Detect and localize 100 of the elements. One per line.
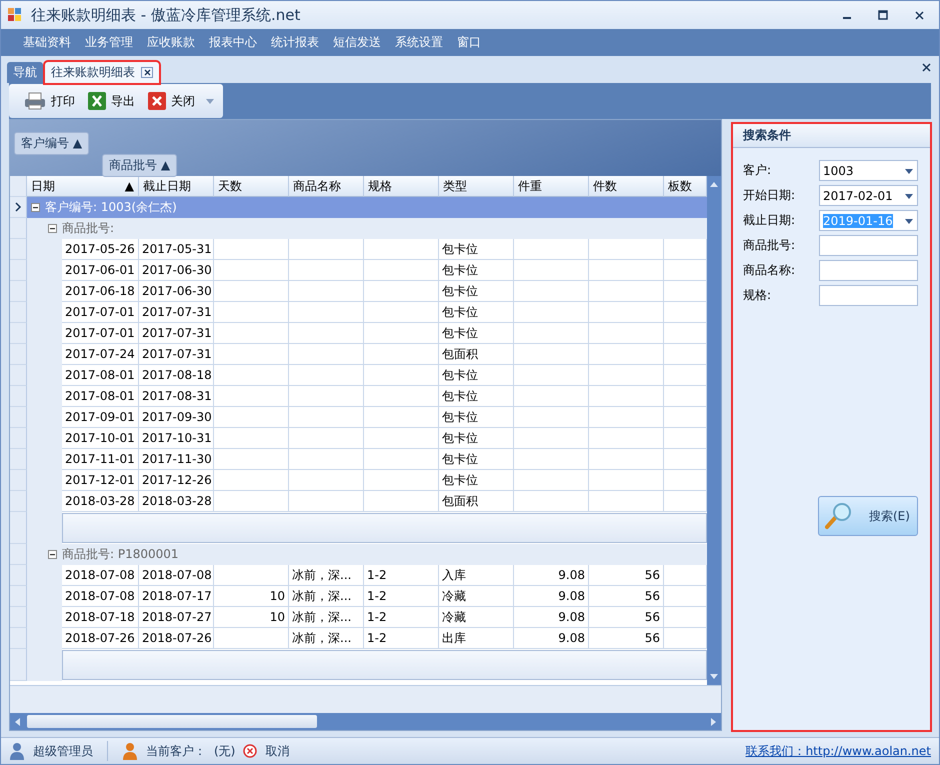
group-row[interactable]: 商品批号: xyxy=(44,218,707,239)
table-cell: 2017-05-31 xyxy=(139,239,214,260)
table-cell: 2017-06-01 xyxy=(62,260,139,281)
toolbar-button[interactable]: 关闭 xyxy=(145,89,197,113)
table-cell: 2018-03-28 xyxy=(62,491,139,512)
user-name: 超级管理员 xyxy=(33,742,93,760)
scroll-right-icon[interactable] xyxy=(708,716,718,726)
collapse-icon[interactable] xyxy=(48,224,57,233)
table-cell: 2018-07-18 xyxy=(62,607,139,628)
column-header[interactable]: 规格 xyxy=(364,176,439,197)
close-icon[interactable] xyxy=(922,63,931,72)
table-cell: 2017-08-01 xyxy=(62,386,139,407)
table-cell: 56 xyxy=(589,628,664,649)
printer-icon xyxy=(23,92,47,110)
table-cell: 包卡位 xyxy=(439,323,514,344)
menu-item[interactable]: 窗口 xyxy=(457,34,481,51)
table-cell: 冰前，深... xyxy=(289,586,364,607)
scroll-up-icon[interactable] xyxy=(709,180,719,190)
group-chip[interactable]: 客户编号 ▲ xyxy=(14,132,90,155)
close-icon[interactable] xyxy=(141,67,153,78)
dropdown-field[interactable]: 1003 xyxy=(819,160,918,181)
close-icon[interactable] xyxy=(914,10,924,20)
spreadsheet-icon xyxy=(87,91,107,111)
window-title: 往来账款明细表 - 傲蓝冷库管理系统.net xyxy=(31,6,302,24)
close-icon xyxy=(147,91,167,111)
table-cell: 10 xyxy=(214,586,289,607)
column-header[interactable]: 板数 xyxy=(664,176,707,197)
table-cell: 包卡位 xyxy=(439,302,514,323)
table-cell: 2017-07-24 xyxy=(62,344,139,365)
cancel-icon[interactable] xyxy=(243,744,258,758)
table-cell: 包卡位 xyxy=(439,260,514,281)
column-header[interactable]: 截止日期 xyxy=(139,176,214,197)
menu-item[interactable]: 业务管理 xyxy=(85,34,133,51)
search-button[interactable]: 搜索(E) xyxy=(818,496,918,536)
table-cell: 9.08 xyxy=(514,628,589,649)
app-logo-icon xyxy=(7,7,23,23)
column-header[interactable]: 日期 ▲ xyxy=(27,176,139,197)
table-cell: 2017-10-01 xyxy=(62,428,139,449)
table-cell: 2017-07-31 xyxy=(139,323,214,344)
table-cell: 包面积 xyxy=(439,491,514,512)
table-cell: 2017-11-30 xyxy=(139,449,214,470)
column-header[interactable]: 件重 xyxy=(514,176,589,197)
table-cell: 2017-09-01 xyxy=(62,407,139,428)
group-row[interactable]: 商品批号: P1800001 xyxy=(44,544,707,565)
vertical-scrollbar[interactable] xyxy=(707,176,721,685)
contact-link[interactable]: 联系我们：http://www.aolan.net xyxy=(746,742,931,760)
field-label: 开始日期: xyxy=(743,187,796,204)
dropdown-field[interactable]: 2017-02-01 xyxy=(819,185,918,206)
table-cell: 包卡位 xyxy=(439,386,514,407)
field-label: 客户: xyxy=(743,162,772,179)
tab[interactable]: 往来账款明细表 xyxy=(45,62,159,83)
horizontal-scrollbar[interactable] xyxy=(10,713,721,730)
table-cell: 2017-08-18 xyxy=(139,365,214,386)
menu-item[interactable]: 应收账款 xyxy=(147,34,195,51)
menu-item[interactable]: 报表中心 xyxy=(209,34,257,51)
menu-item[interactable]: 系统设置 xyxy=(395,34,443,51)
table-cell: 2018-07-27 xyxy=(139,607,214,628)
tab[interactable]: 导航 xyxy=(7,62,43,83)
column-header[interactable]: 商品名称 xyxy=(289,176,364,197)
table-cell: 2018-07-26 xyxy=(139,628,214,649)
table-cell: 包卡位 xyxy=(439,407,514,428)
toolbar-button[interactable]: 导出 xyxy=(85,89,137,113)
scroll-left-icon[interactable] xyxy=(13,716,23,726)
table-cell: 2018-07-08 xyxy=(62,586,139,607)
table-cell: 2017-06-18 xyxy=(62,281,139,302)
current-row-icon xyxy=(13,202,23,212)
group-chip[interactable]: 商品批号 ▲ xyxy=(102,154,178,177)
table-cell: 2017-12-01 xyxy=(62,470,139,491)
scroll-down-icon[interactable] xyxy=(709,671,719,681)
table-cell: 出库 xyxy=(439,628,514,649)
caret-icon[interactable] xyxy=(205,96,215,106)
table-cell: 1-2 xyxy=(364,586,439,607)
field-label: 规格: xyxy=(743,287,772,304)
table-cell: 2017-10-31 xyxy=(139,428,214,449)
collapse-icon[interactable] xyxy=(48,550,57,559)
collapse-icon[interactable] xyxy=(31,203,40,212)
menu-item[interactable]: 基础资料 xyxy=(23,34,71,51)
table-cell: 包卡位 xyxy=(439,281,514,302)
table-cell: 冰前，深... xyxy=(289,565,364,586)
table-cell: 2017-07-01 xyxy=(62,302,139,323)
table-cell: 2017-08-31 xyxy=(139,386,214,407)
table-cell: 冰前，深... xyxy=(289,607,364,628)
column-header[interactable]: 件数 xyxy=(589,176,664,197)
table-cell: 2017-07-01 xyxy=(62,323,139,344)
input-field[interactable] xyxy=(819,285,918,306)
menu-item[interactable]: 短信发送 xyxy=(333,34,381,51)
column-header[interactable]: 类型 xyxy=(439,176,514,197)
maximize-icon[interactable] xyxy=(878,10,888,20)
user-icon xyxy=(9,742,25,760)
table-cell: 包卡位 xyxy=(439,239,514,260)
customer-icon xyxy=(122,742,138,760)
table-cell: 包卡位 xyxy=(439,428,514,449)
input-field[interactable] xyxy=(819,260,918,281)
table-cell: 56 xyxy=(589,565,664,586)
input-field[interactable] xyxy=(819,235,918,256)
toolbar-button[interactable]: 打印 xyxy=(21,90,77,112)
table-cell: 2018-03-28 xyxy=(139,491,214,512)
column-header[interactable]: 天数 xyxy=(214,176,289,197)
cancel-link[interactable]: 取消 xyxy=(265,742,290,760)
menu-item[interactable]: 统计报表 xyxy=(271,34,319,51)
